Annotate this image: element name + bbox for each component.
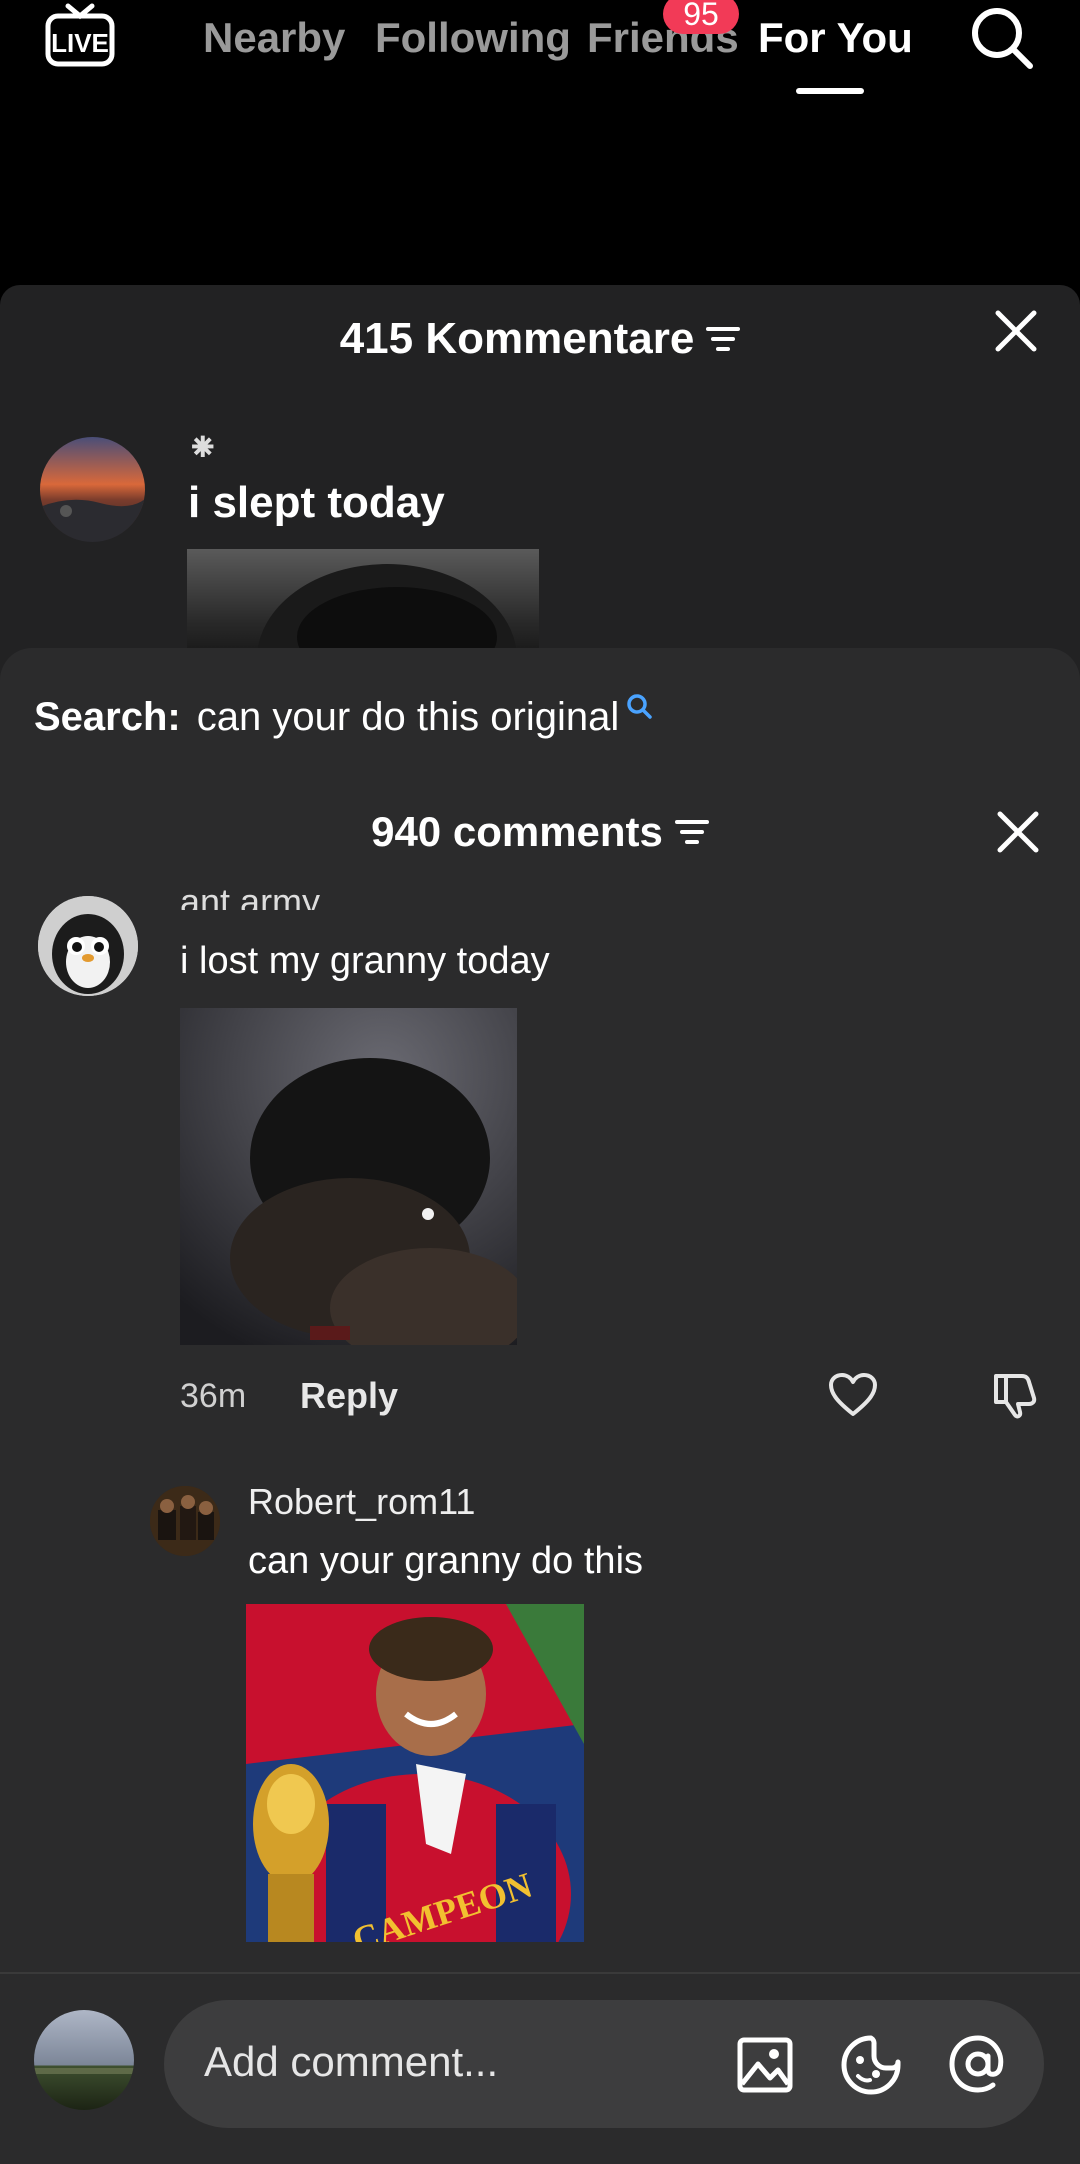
sort-icon[interactable] <box>706 325 741 353</box>
tab-for-you[interactable]: For You <box>758 12 913 64</box>
close-icon[interactable] <box>994 309 1038 353</box>
comment-text: i lost my granny today <box>180 940 550 982</box>
tab-following[interactable]: Following <box>375 12 571 64</box>
active-tab-indicator <box>796 88 864 94</box>
dislike-icon[interactable] <box>990 1370 1040 1420</box>
avatar[interactable] <box>40 437 145 542</box>
comment-text: i slept today <box>188 478 445 527</box>
comment-marker: ⁕ <box>186 426 220 470</box>
reply-text: can your granny do this <box>248 1540 644 1582</box>
search-label: Search: <box>34 695 181 739</box>
search-query-link[interactable]: can your do this original <box>197 692 619 742</box>
close-icon[interactable] <box>996 810 1040 854</box>
comment-input[interactable]: Add comment... <box>164 2000 1044 2128</box>
image-icon[interactable] <box>736 2036 794 2094</box>
search-icon <box>627 694 652 719</box>
comment-username[interactable]: ant army <box>180 880 320 910</box>
live-label: LIVE <box>51 28 109 58</box>
back-sheet-title: 415 Kommentare <box>339 314 695 363</box>
related-search-row[interactable]: Search: can your do this original <box>34 692 653 742</box>
search-icon[interactable] <box>968 4 1036 72</box>
friends-notification-badge: 95 <box>663 0 739 34</box>
reply-gif[interactable]: CAMPEON <box>246 1604 584 1942</box>
heart-icon[interactable] <box>828 1372 878 1418</box>
comment-gif[interactable] <box>180 1008 517 1345</box>
comments-title: 940 comments <box>371 808 663 855</box>
sticker-icon[interactable] <box>840 2034 902 2096</box>
reply-button[interactable]: Reply <box>300 1374 398 1418</box>
avatar[interactable] <box>34 2010 134 2110</box>
avatar[interactable] <box>38 896 138 996</box>
live-icon[interactable]: LIVE <box>44 2 116 68</box>
comments-header: 940 comments <box>0 806 1080 858</box>
reply-username[interactable]: Robert_rom11 <box>248 1480 475 1524</box>
sort-icon[interactable] <box>674 818 709 846</box>
back-sheet-header: 415 Kommentare <box>0 313 1080 365</box>
comment-input-placeholder: Add comment... <box>204 2038 499 2085</box>
avatar[interactable] <box>150 1486 220 1556</box>
comment-input-bar: Add comment... <box>0 1972 1080 2164</box>
mention-icon[interactable] <box>946 2032 1010 2096</box>
comment-timestamp: 36m <box>180 1377 247 1415</box>
top-navigation: LIVE Nearby Following Friends 95 For You <box>0 0 1080 285</box>
comments-sheet: Search: can your do this original 940 co… <box>0 648 1080 2164</box>
tab-nearby[interactable]: Nearby <box>203 12 345 64</box>
